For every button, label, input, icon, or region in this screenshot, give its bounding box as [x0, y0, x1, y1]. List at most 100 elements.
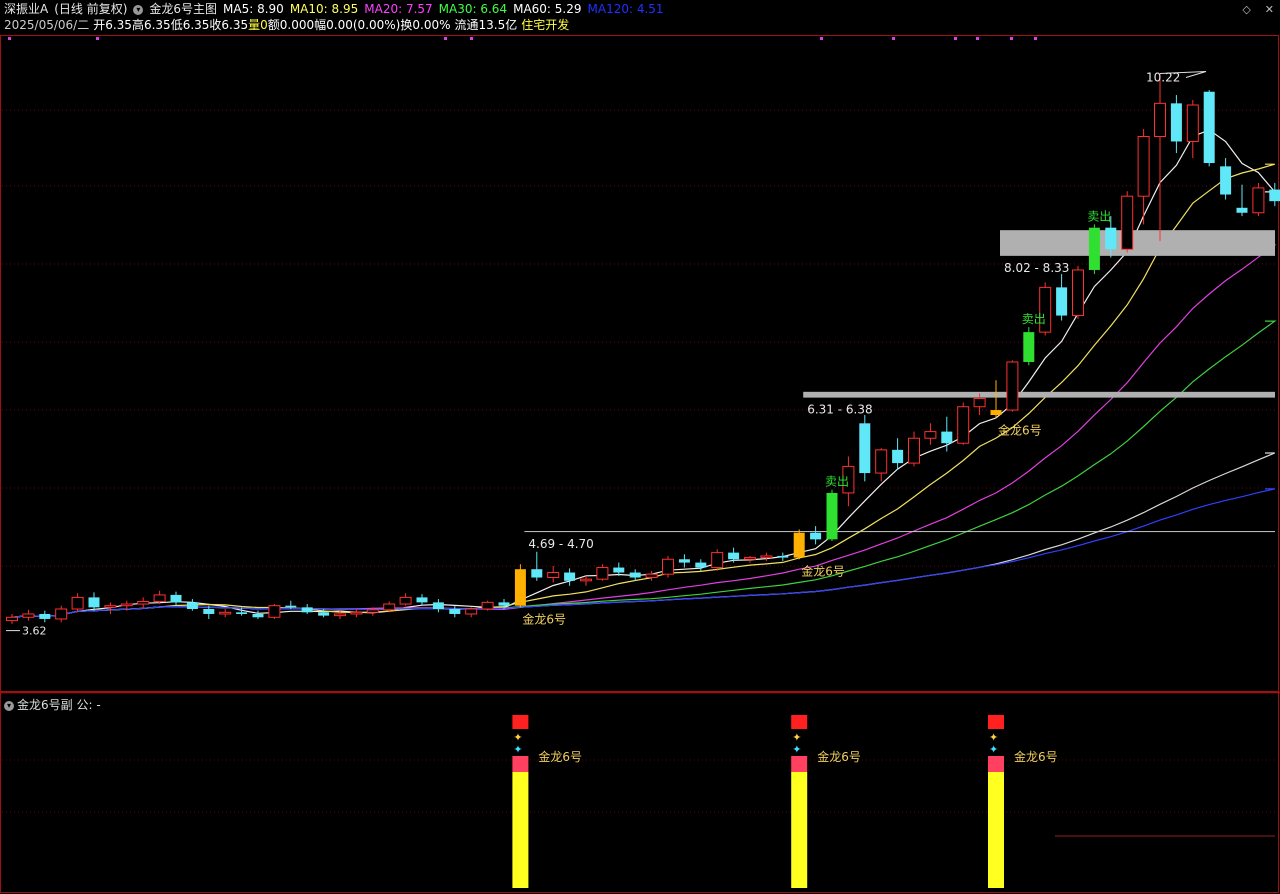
sub-panel-formula: 公: - [76, 698, 101, 712]
candle-body [383, 603, 396, 611]
candle-body [1023, 332, 1035, 362]
candle-body [695, 562, 707, 568]
candle-body [350, 611, 363, 615]
sub-signal-label: 金龙6号 [817, 749, 861, 764]
candle-body [924, 431, 937, 439]
candle-body [1186, 104, 1199, 142]
candle-body [1236, 207, 1248, 213]
event-dot [892, 37, 895, 40]
signal-label: 金龙6号 [801, 563, 845, 578]
event-dot [470, 37, 473, 40]
candle-body [104, 605, 117, 608]
signal-label: 金龙6号 [998, 422, 1042, 437]
candle-body [629, 572, 641, 578]
candle-body [892, 449, 904, 464]
event-dot [444, 37, 447, 40]
sub-bar-mid [512, 756, 529, 772]
candle-body [547, 572, 560, 578]
sub-toggle-icon[interactable]: ▾ [4, 700, 14, 711]
candle-body [334, 613, 346, 617]
sub-bar-top [791, 715, 808, 729]
candle-body [744, 557, 756, 560]
candle-body [186, 602, 198, 609]
candle-body [170, 594, 182, 603]
candle-body [793, 532, 805, 558]
candle-body [826, 492, 838, 540]
candle-body [6, 616, 18, 622]
sub-bar-yellow [512, 772, 529, 888]
sell-label: 卖出 [825, 475, 849, 489]
event-dot [8, 37, 11, 40]
candle-body [318, 612, 330, 616]
event-dot [820, 37, 823, 40]
candle-body [908, 437, 920, 464]
event-dot [1010, 37, 1013, 40]
candle-body [416, 597, 428, 603]
candle-body [973, 397, 986, 408]
sub-signal-label: 金龙6号 [1014, 749, 1058, 764]
zone-label: 8.02 - 8.33 [1004, 261, 1069, 275]
sub-bar-top [988, 715, 1004, 729]
sub-bar-icons: ✦✦ [513, 731, 522, 756]
candle-body [236, 612, 248, 614]
candle-body [268, 605, 281, 618]
candle-body [1088, 227, 1100, 270]
candle-body [366, 609, 379, 613]
candle-body [777, 555, 789, 558]
candle-body [39, 613, 51, 619]
event-dot [976, 37, 979, 40]
candle-body [498, 602, 510, 606]
candle-body [564, 572, 576, 581]
candle-body [1203, 91, 1215, 164]
candle-body [137, 601, 150, 605]
candle-body [1121, 195, 1134, 250]
signal-label: 金龙6号 [522, 611, 566, 626]
sub-panel-border [0, 692, 1279, 893]
candle-body [203, 609, 215, 614]
candle-body [55, 608, 68, 620]
candle-body [1006, 361, 1019, 411]
candle-body [1269, 189, 1280, 202]
candle-body [432, 602, 444, 609]
ma120-line [11, 488, 1275, 618]
ma60-line [11, 452, 1276, 618]
price-zone [524, 531, 1275, 533]
sub-panel-title[interactable]: 金龙6号副 [17, 698, 73, 712]
candle-body [1072, 269, 1084, 317]
sub-signal-label: 金龙6号 [538, 749, 582, 764]
event-dot [1034, 37, 1037, 40]
candle-body [1105, 227, 1117, 250]
candle-body [481, 601, 494, 610]
candle-body [760, 555, 773, 559]
low-price-label: 3.62 [22, 625, 47, 638]
candle-body [71, 596, 84, 610]
candle-body [859, 423, 871, 474]
candle-body [810, 532, 822, 540]
event-dot [954, 37, 957, 40]
candle-body [957, 406, 970, 444]
sell-label: 卖出 [1022, 312, 1046, 326]
butterfly-icon: ✦ [792, 743, 801, 756]
sub-bar-top [512, 715, 529, 729]
candle-body [531, 569, 543, 578]
sub-bar-icons: ✦✦ [989, 731, 998, 756]
butterfly-icon: ✦ [513, 743, 522, 756]
candle-body [465, 608, 478, 615]
candle-body [1252, 187, 1265, 214]
kline-chart[interactable]: 4.69 - 4.706.31 - 6.388.02 - 8.33卖出卖出卖出金… [0, 0, 1280, 894]
candle-body [219, 611, 232, 615]
candle-body [580, 578, 592, 582]
price-zone [803, 391, 1275, 398]
candle-body [678, 559, 690, 563]
ma30-line [11, 320, 1277, 618]
butterfly-icon: ✦ [989, 743, 998, 756]
sub-bar-mid [791, 756, 808, 772]
candle-body [120, 603, 133, 607]
zone-label: 6.31 - 6.38 [807, 403, 872, 417]
candle-body [514, 569, 526, 606]
candle-body [88, 597, 100, 608]
candle-body [1154, 102, 1166, 137]
sub-bar-yellow [791, 772, 808, 888]
candle-body [728, 552, 740, 560]
candle-body [596, 567, 609, 580]
